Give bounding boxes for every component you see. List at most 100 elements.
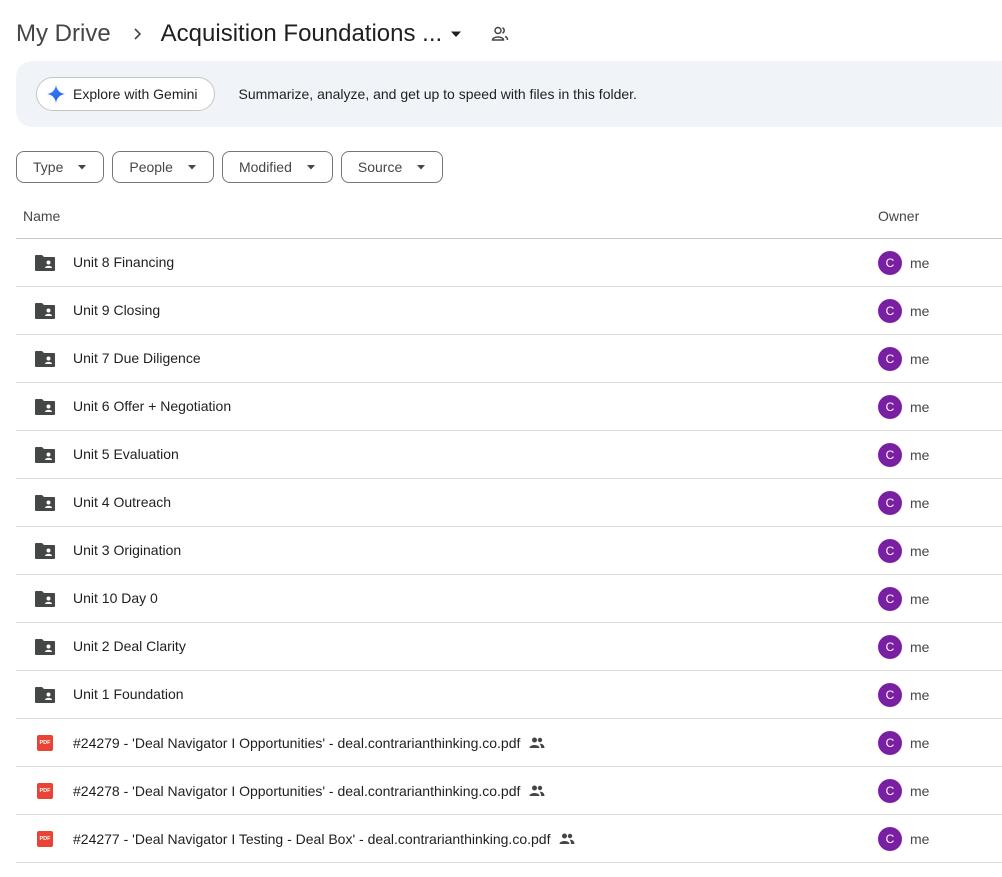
breadcrumb-my-drive[interactable]: My Drive <box>16 20 117 48</box>
file-row[interactable]: Unit 1 Foundation C me <box>16 671 1002 719</box>
owner-name: me <box>910 495 930 511</box>
file-name: #24277 - 'Deal Navigator I Testing - Dea… <box>73 831 551 847</box>
file-rows: Unit 8 Financing C me Unit 9 Closing C m… <box>16 239 1002 863</box>
shared-folder-icon <box>34 301 56 321</box>
owner-cell: C me <box>878 731 929 755</box>
file-row[interactable]: Unit 7 Due Diligence C me <box>16 335 1002 383</box>
current-folder-title: Acquisition Foundations ... <box>160 20 443 47</box>
file-name: Unit 2 Deal Clarity <box>73 638 186 654</box>
owner-cell: C me <box>878 395 929 419</box>
pdf-icon-badge: PDF <box>37 783 53 799</box>
owner-cell: C me <box>878 779 929 803</box>
avatar: C <box>878 443 902 467</box>
column-header-owner[interactable]: Owner <box>878 208 919 224</box>
pdf-icon: PDF <box>34 733 56 753</box>
gemini-sparkle-icon <box>47 85 65 103</box>
caret-down-icon <box>183 158 201 176</box>
owner-name: me <box>910 687 930 703</box>
shared-folder-icon <box>34 541 56 561</box>
chevron-right-icon <box>121 18 153 50</box>
file-row[interactable]: Unit 8 Financing C me <box>16 239 1002 287</box>
owner-cell: C me <box>878 827 929 851</box>
owner-name: me <box>910 351 930 367</box>
caret-down-icon <box>302 158 320 176</box>
file-row[interactable]: Unit 3 Origination C me <box>16 527 1002 575</box>
owner-name: me <box>910 399 930 415</box>
shared-folder-icon <box>34 397 56 417</box>
file-row[interactable]: PDF #24278 - 'Deal Navigator I Opportuni… <box>16 767 1002 815</box>
file-name: Unit 1 Foundation <box>73 686 184 702</box>
explore-with-gemini-button[interactable]: Explore with Gemini <box>36 77 215 111</box>
avatar: C <box>878 299 902 323</box>
pdf-icon: PDF <box>34 829 56 849</box>
shared-folder-icon <box>34 493 56 513</box>
file-list-table: Name Owner Unit 8 Financing C me Unit 9 … <box>16 196 1002 863</box>
shared-folder-icon <box>34 253 56 273</box>
filter-source-label: Source <box>357 159 403 175</box>
file-name: Unit 6 Offer + Negotiation <box>73 398 232 414</box>
filter-people-chip[interactable]: People <box>112 151 214 183</box>
file-row[interactable]: Unit 4 Outreach C me <box>16 479 1002 527</box>
gemini-button-label: Explore with Gemini <box>73 86 198 102</box>
owner-name: me <box>910 303 930 319</box>
owner-name: me <box>910 735 930 751</box>
avatar: C <box>878 635 902 659</box>
avatar: C <box>878 347 902 371</box>
avatar: C <box>878 491 902 515</box>
avatar: C <box>878 251 902 275</box>
avatar: C <box>878 779 902 803</box>
file-row[interactable]: Unit 2 Deal Clarity C me <box>16 623 1002 671</box>
filter-chips: Type People Modified Source <box>16 151 451 183</box>
file-row[interactable]: Unit 10 Day 0 C me <box>16 575 1002 623</box>
gemini-banner: Explore with Gemini Summarize, analyze, … <box>16 61 1002 127</box>
file-name: Unit 5 Evaluation <box>73 446 179 462</box>
owner-cell: C me <box>878 251 929 275</box>
owner-cell: C me <box>878 347 929 371</box>
file-name: Unit 8 Financing <box>73 254 175 270</box>
owner-cell: C me <box>878 683 929 707</box>
owner-name: me <box>910 447 930 463</box>
caret-down-icon <box>73 158 91 176</box>
file-name: Unit 10 Day 0 <box>73 590 158 606</box>
owner-name: me <box>910 543 930 559</box>
pdf-icon-badge: PDF <box>37 831 53 847</box>
owner-name: me <box>910 639 930 655</box>
owner-cell: C me <box>878 635 929 659</box>
file-row[interactable]: Unit 6 Offer + Negotiation C me <box>16 383 1002 431</box>
filter-modified-label: Modified <box>238 159 292 175</box>
avatar: C <box>878 587 902 611</box>
owner-cell: C me <box>878 443 929 467</box>
file-name: Unit 9 Closing <box>73 302 161 318</box>
file-row[interactable]: PDF #24279 - 'Deal Navigator I Opportuni… <box>16 719 1002 767</box>
pdf-icon: PDF <box>34 781 56 801</box>
pdf-icon-badge: PDF <box>37 735 53 751</box>
owner-name: me <box>910 255 930 271</box>
people-icon <box>528 734 546 752</box>
caret-down-icon <box>444 22 468 46</box>
avatar: C <box>878 683 902 707</box>
gemini-description: Summarize, analyze, and get up to speed … <box>238 86 637 102</box>
breadcrumb-current-folder[interactable]: Acquisition Foundations ... <box>157 20 473 48</box>
file-row[interactable]: Unit 5 Evaluation C me <box>16 431 1002 479</box>
avatar: C <box>878 827 902 851</box>
owner-cell: C me <box>878 587 929 611</box>
table-header: Name Owner <box>16 196 1002 239</box>
filter-source-chip[interactable]: Source <box>340 151 444 183</box>
file-row[interactable]: Unit 9 Closing C me <box>16 287 1002 335</box>
people-icon <box>558 830 576 848</box>
owner-name: me <box>910 831 930 847</box>
owner-cell: C me <box>878 491 929 515</box>
filter-people-label: People <box>129 159 173 175</box>
breadcrumb: My Drive Acquisition Foundations ... <box>16 14 514 54</box>
shared-people-icon[interactable] <box>486 20 514 48</box>
file-row[interactable]: PDF #24277 - 'Deal Navigator I Testing -… <box>16 815 1002 863</box>
filter-type-chip[interactable]: Type <box>16 151 105 183</box>
avatar: C <box>878 395 902 419</box>
caret-down-icon <box>412 158 430 176</box>
column-header-name[interactable]: Name <box>23 208 60 224</box>
file-name: Unit 7 Due Diligence <box>73 350 201 366</box>
filter-modified-chip[interactable]: Modified <box>221 151 333 183</box>
shared-folder-icon <box>34 685 56 705</box>
shared-folder-icon <box>34 349 56 369</box>
people-icon <box>528 782 546 800</box>
